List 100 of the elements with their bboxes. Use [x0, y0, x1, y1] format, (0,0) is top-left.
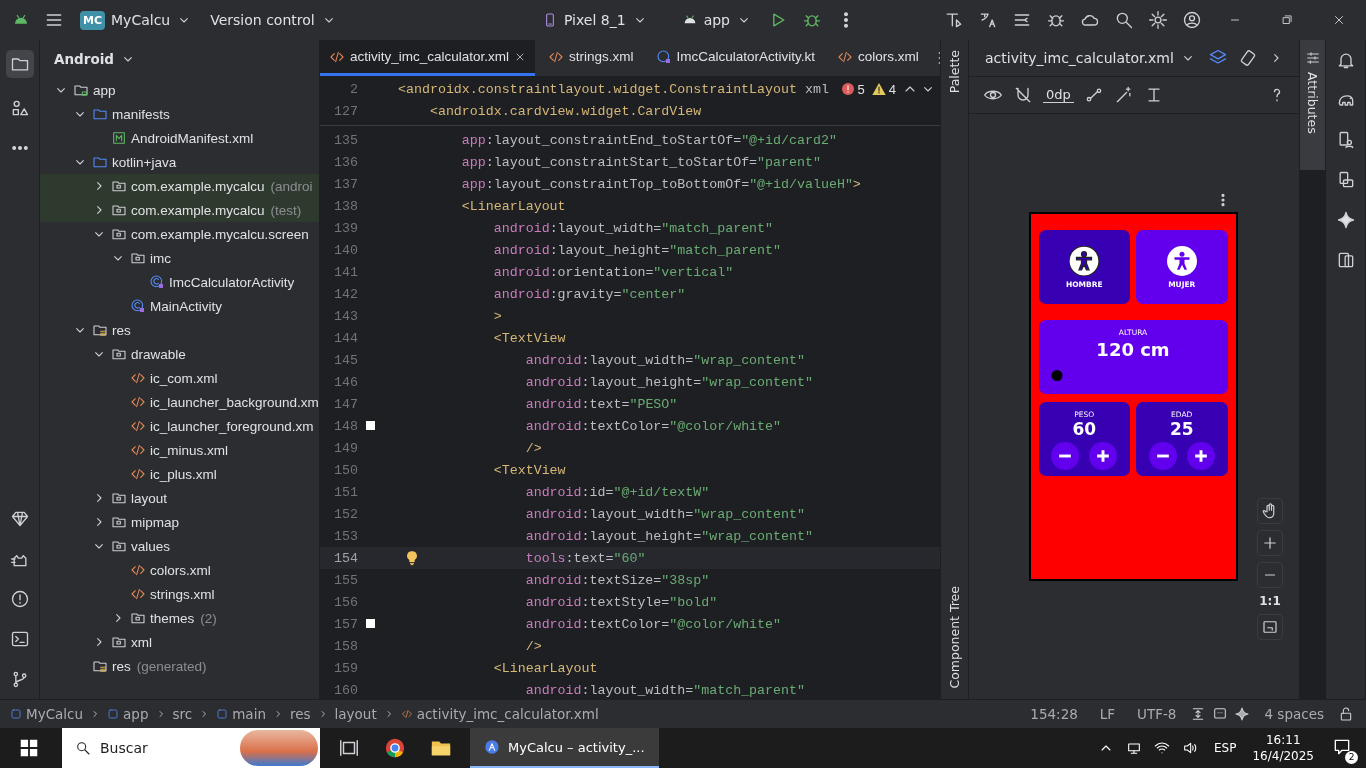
code-file-icon	[130, 370, 146, 386]
folder-icon	[111, 634, 127, 650]
project-selector[interactable]: MC MyCalcu	[78, 6, 195, 34]
code-line: />	[525, 638, 542, 654]
color-swatch[interactable]	[366, 619, 375, 628]
magnet-off-icon[interactable]	[1013, 85, 1033, 105]
tree-item[interactable]: manifests	[112, 106, 170, 122]
account-icon[interactable]	[1182, 10, 1202, 30]
input-language[interactable]: ESP	[1214, 741, 1237, 755]
clock-date[interactable]: 16/4/2025	[1252, 748, 1314, 764]
tree-item[interactable]: layout	[131, 490, 168, 506]
color-swatch[interactable]	[366, 421, 375, 430]
lightbulb-icon[interactable]	[404, 549, 420, 567]
zoom-reset-button[interactable]: 1:1	[1259, 594, 1281, 608]
comment-icon[interactable]	[1212, 706, 1229, 722]
tree-item[interactable]: ic_com.xml	[150, 370, 218, 386]
tree-item[interactable]: ImcCalculatorActivity	[169, 274, 295, 290]
code-line: android:textColor="@color/white"	[525, 616, 782, 632]
editor-tab[interactable]: colors.xml	[828, 40, 928, 76]
counter-value: 60	[1072, 419, 1097, 439]
taskbar-window-button[interactable]: MyCalcu – activity_...	[470, 728, 659, 768]
terminal-icon[interactable]	[9, 629, 30, 649]
tree-item[interactable]: ic_minus.xml	[150, 442, 228, 458]
sparkle-icon[interactable]	[1234, 706, 1251, 722]
lock-icon[interactable]	[1338, 706, 1354, 722]
editor-tab[interactable]: activity_imc_calculator.xml	[320, 40, 536, 76]
tree-item[interactable]: com.example.mycalcu	[131, 178, 265, 194]
tree-item[interactable]: drawable	[131, 346, 186, 362]
hand-icon[interactable]	[1257, 498, 1283, 524]
code-line: <androidx.constraintlayout.widget.ConstraintLayout xml	[398, 81, 829, 97]
maximize-icon[interactable]	[1280, 13, 1294, 27]
sparkle-icon[interactable]	[1335, 210, 1356, 230]
breadcrumb[interactable]: MyCalcu	[10, 706, 84, 722]
code-line: <LinearLayout	[493, 660, 598, 676]
tree-item[interactable]: imc	[150, 250, 171, 266]
line-number: 144	[333, 330, 358, 346]
close-icon[interactable]	[1332, 13, 1346, 27]
line-number: 142	[333, 286, 358, 302]
tree-item[interactable]: ic_launcher_background.xm	[150, 394, 319, 410]
view-selector[interactable]: Android	[52, 47, 138, 71]
windows-start-icon[interactable]	[18, 737, 40, 759]
settings-icon[interactable]	[1148, 10, 1168, 30]
folder-icon[interactable]	[5, 50, 34, 78]
layout-file-selector[interactable]: activity_imc_calculator.xml	[983, 46, 1198, 70]
clock-time[interactable]: 16:11	[1265, 732, 1301, 748]
volume-icon[interactable]	[1182, 740, 1199, 756]
height-value: 120 cm	[1096, 339, 1170, 360]
tree-item[interactable]: themes	[150, 610, 195, 626]
task-view-icon[interactable]	[338, 737, 360, 759]
tree-item[interactable]: kotlin+java	[112, 154, 177, 170]
tree-item[interactable]: colors.xml	[150, 562, 211, 578]
tree-item[interactable]: strings.xml	[150, 586, 215, 602]
editor-tab[interactable]: ImcCalculatorActivity.kt	[646, 40, 825, 76]
component-tree-tab[interactable]: Component Tree	[947, 586, 962, 689]
breadcrumb[interactable]: app	[107, 706, 149, 722]
run-configuration-selector[interactable]: app	[679, 8, 754, 32]
default-margin-button[interactable]: 0dp	[1043, 87, 1074, 103]
caret-position[interactable]: 154:28	[1030, 706, 1078, 722]
alert-icon[interactable]	[9, 589, 30, 609]
tree-item[interactable]: com.example.mycalcu.screen	[131, 226, 309, 242]
network-icon[interactable]	[1126, 740, 1143, 756]
palette-tab[interactable]: Palette	[947, 50, 962, 94]
editor-tab[interactable]: strings.xml	[539, 40, 643, 76]
error-count[interactable]: 5	[857, 81, 865, 97]
fit-screen-icon[interactable]	[1257, 614, 1283, 640]
tree-item[interactable]: values	[131, 538, 171, 554]
diamond-icon[interactable]	[9, 509, 30, 529]
breadcrumb[interactable]: activity_imc_calculator.xml	[400, 706, 599, 722]
tree-item[interactable]: app	[93, 82, 116, 98]
line-separator[interactable]: LF	[1099, 706, 1116, 722]
tree-item[interactable]: xml	[131, 634, 152, 650]
breadcrumb[interactable]: layout	[334, 706, 377, 722]
wifi-icon[interactable]	[1154, 740, 1171, 756]
tree-item[interactable]: MainActivity	[150, 298, 222, 314]
breadcrumb[interactable]: main	[216, 706, 266, 722]
version-control-menu[interactable]: Version control	[208, 8, 339, 32]
code-line: <androidx.cardview.widget.CardView	[429, 103, 702, 119]
breadcrumb[interactable]: res	[289, 706, 311, 722]
tree-item[interactable]: ic_launcher_foreground.xm	[150, 418, 314, 434]
indent-setting[interactable]: 4 spaces	[1264, 706, 1324, 722]
zoom-in-icon[interactable]	[1257, 530, 1283, 556]
warning-count[interactable]: 4	[888, 81, 896, 97]
tree-item[interactable]: mipmap	[131, 514, 179, 530]
tree-item[interactable]: res	[112, 658, 131, 674]
line-number: 147	[333, 396, 358, 412]
tree-item[interactable]: ic_plus.xml	[150, 466, 217, 482]
search-icon[interactable]	[1114, 10, 1134, 30]
tree-item[interactable]: res	[112, 322, 131, 338]
file-encoding[interactable]: UTF-8	[1137, 706, 1177, 722]
code-file-icon	[130, 466, 146, 482]
sliders-icon[interactable]	[1304, 50, 1321, 66]
breadcrumb[interactable]: src	[172, 706, 193, 722]
device-selector[interactable]: Pixel 8_1	[540, 8, 650, 32]
zoom-out-icon[interactable]	[1257, 562, 1283, 588]
tree-item[interactable]: com.example.mycalcu	[131, 202, 265, 218]
search-icon	[75, 740, 91, 756]
browser-icon[interactable]	[384, 737, 406, 759]
line-number: 137	[333, 176, 358, 192]
tree-item[interactable]: AndroidManifest.xml	[131, 130, 254, 146]
line-number: 156	[333, 594, 358, 610]
